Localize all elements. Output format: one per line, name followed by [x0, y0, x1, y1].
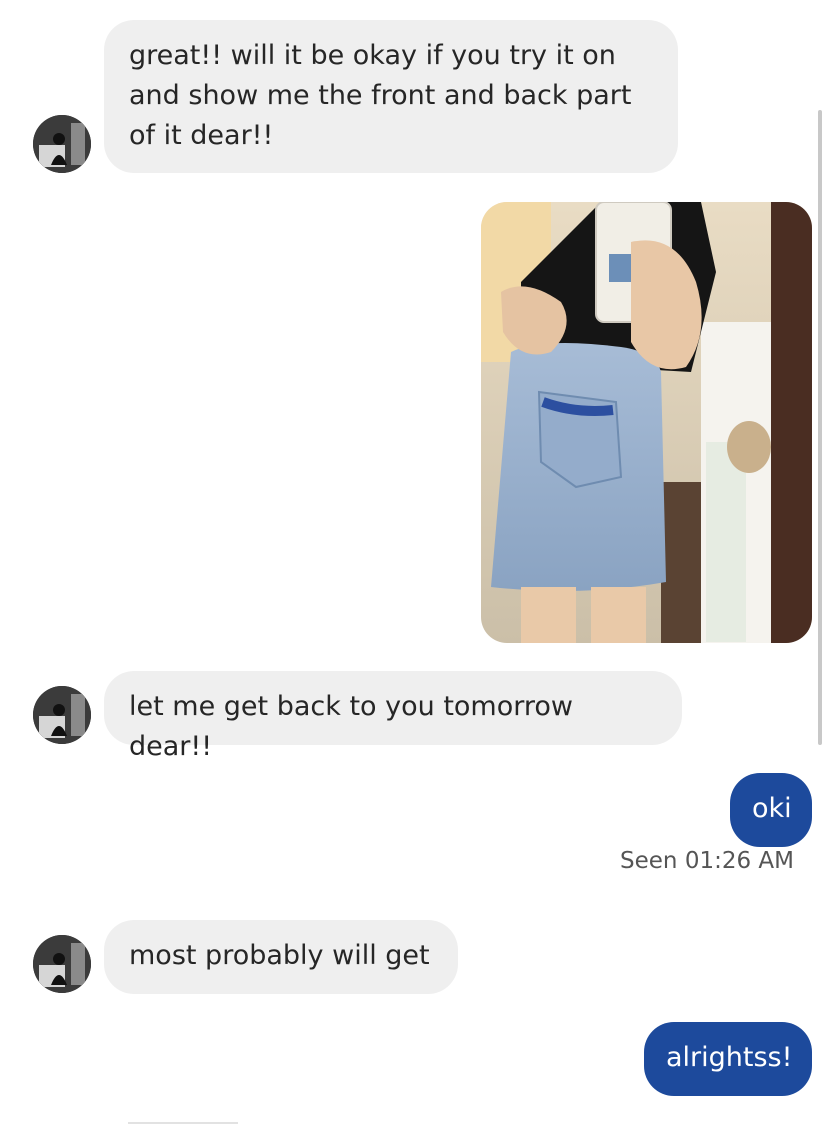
- message-bubble-outgoing[interactable]: alrightss!: [644, 1022, 812, 1096]
- message-text: oki: [752, 793, 792, 824]
- message-text: great!! will it be okay if you try it on…: [129, 40, 632, 151]
- message-text: let me get back to you tomorrow dear!!: [129, 691, 573, 762]
- contact-avatar[interactable]: [33, 115, 91, 173]
- mirror-selfie-image: [481, 202, 812, 643]
- avatar-photo: [33, 115, 91, 173]
- message-bubble-incoming[interactable]: great!! will it be okay if you try it on…: [104, 20, 678, 173]
- message-bubble-incoming[interactable]: most probably will get: [104, 920, 458, 994]
- message-text: most probably will get: [129, 940, 430, 971]
- seen-status: Seen 01:26 AM: [620, 848, 794, 874]
- message-bubble-incoming[interactable]: let me get back to you tomorrow dear!!: [104, 671, 682, 762]
- photo-message[interactable]: [481, 202, 812, 643]
- contact-avatar[interactable]: [33, 935, 91, 993]
- contact-avatar[interactable]: [33, 686, 91, 744]
- divider: [128, 1122, 238, 1124]
- scrollbar[interactable]: [818, 110, 822, 745]
- chat-thread: great!! will it be okay if you try it on…: [0, 0, 828, 1125]
- message-text: alrightss!: [666, 1042, 793, 1073]
- avatar-photo: [33, 935, 91, 993]
- message-bubble-outgoing[interactable]: oki: [730, 773, 812, 847]
- avatar-photo: [33, 686, 91, 744]
